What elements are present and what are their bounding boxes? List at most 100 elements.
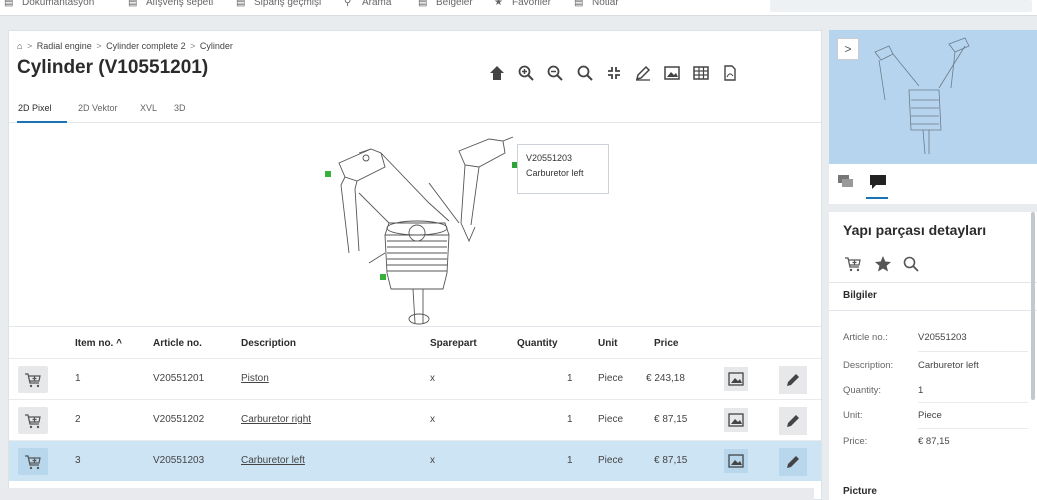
cell-description-link[interactable]: Carburetor right	[241, 414, 311, 425]
table-row-selected[interactable]: 3 V20551203 Carburetor left x 1 Piece € …	[9, 440, 821, 481]
breadcrumb: ⌂ > Radial engine > Cylinder complete 2 …	[17, 41, 233, 51]
field-label: Article no.:	[843, 332, 888, 343]
divider	[829, 310, 1037, 311]
field-label: Quantity:	[843, 385, 882, 396]
table-icon[interactable]	[689, 61, 713, 85]
add-to-cart-button[interactable]	[18, 407, 48, 434]
cell-price: € 87,15	[654, 414, 688, 425]
add-to-cart-button[interactable]	[18, 366, 48, 393]
global-search-input[interactable]	[770, 0, 1032, 12]
cell-price: € 243,18	[646, 373, 685, 384]
tab-xvl[interactable]: XVL	[140, 103, 157, 113]
cart-add-icon	[25, 372, 41, 387]
cart-add-icon	[25, 413, 41, 428]
cell-item-no: 1	[75, 373, 81, 384]
image-icon[interactable]	[660, 61, 684, 85]
cell-price: € 87,15	[654, 455, 688, 466]
cart-add-icon[interactable]	[843, 254, 863, 274]
collapse-panel-button[interactable]: >	[837, 38, 859, 60]
search-icon[interactable]	[573, 61, 597, 85]
comments-icon[interactable]	[837, 174, 855, 190]
image-icon	[728, 372, 744, 386]
cell-unit: Piece	[598, 414, 624, 425]
zoom-in-icon[interactable]	[514, 61, 538, 85]
exploded-view-drawing[interactable]	[9, 123, 821, 326]
add-to-cart-button[interactable]	[18, 448, 48, 475]
field-value: V20551203	[918, 332, 967, 343]
nav-item-documentation[interactable]: ▤ Dokümantasyon	[4, 0, 94, 8]
cell-article-no: V20551203	[153, 455, 205, 466]
part-preview-thumbnail[interactable]: >	[829, 30, 1037, 164]
zoom-out-icon[interactable]	[543, 61, 567, 85]
edit-button[interactable]	[779, 448, 807, 476]
field-value: € 87,15	[918, 436, 950, 447]
column-header-item-no[interactable]: Item no. ^	[75, 338, 122, 349]
tooltip-article-no: V20551203	[526, 153, 573, 163]
divider	[918, 428, 1028, 429]
picture-section-label: Picture	[843, 486, 877, 497]
pencil-icon	[787, 415, 799, 427]
home-icon[interactable]: ⌂	[17, 41, 22, 51]
nav-item-documents[interactable]: ▤ Belgeler	[418, 0, 473, 8]
details-pane: > Yapı parçası detayları Bilgiler Articl…	[829, 30, 1037, 500]
show-image-button[interactable]	[724, 367, 748, 391]
cell-quantity: 1	[567, 414, 573, 425]
tab-2d-pixel[interactable]: 2D Pixel	[18, 103, 52, 113]
column-header-article-no[interactable]: Article no.	[153, 338, 202, 349]
nav-item-favorites[interactable]: ★ Favoriler	[494, 0, 551, 8]
breadcrumb-item[interactable]: Cylinder	[200, 41, 233, 51]
view-tabs: 2D Pixel 2D Vektor XVL 3D	[9, 97, 821, 123]
table-row[interactable]: 2 V20551202 Carburetor right x 1 Piece €…	[9, 399, 821, 440]
folder-icon: ▤	[418, 0, 428, 9]
tab-2d-vektor[interactable]: 2D Vektor	[78, 103, 118, 113]
column-header-quantity[interactable]: Quantity	[517, 338, 558, 349]
page-title: Cylinder (V10551201)	[17, 57, 209, 78]
note-icon: ▤	[574, 0, 584, 9]
nav-item-cart[interactable]: ▤ Alışveriş sepeti	[128, 0, 213, 8]
nav-item-notes[interactable]: ▤ Notlar	[574, 0, 619, 8]
column-header-description[interactable]: Description	[241, 338, 296, 349]
pencil-icon	[787, 374, 799, 386]
engine-part-illustration	[338, 136, 514, 325]
column-header-price[interactable]: Price	[654, 338, 678, 349]
divider	[918, 402, 1028, 403]
pencil-icon[interactable]	[631, 61, 655, 85]
fit-icon[interactable]	[602, 61, 626, 85]
show-image-button[interactable]	[724, 408, 748, 432]
table-row[interactable]: 1 V20551201 Piston x 1 Piece € 243,18	[9, 358, 821, 399]
cell-article-no: V20551201	[153, 373, 205, 384]
search-icon[interactable]	[901, 254, 921, 274]
pencil-icon	[787, 456, 799, 468]
column-header-unit[interactable]: Unit	[598, 338, 617, 349]
column-header-sparepart[interactable]: Sparepart	[430, 338, 477, 349]
cell-unit: Piece	[598, 455, 624, 466]
cell-item-no: 3	[75, 455, 81, 466]
search-icon: ⚲	[344, 0, 352, 9]
hotspot-piston[interactable]	[325, 171, 331, 177]
details-scrollbar[interactable]	[1031, 212, 1035, 400]
star-icon[interactable]	[873, 254, 893, 274]
edit-button[interactable]	[779, 366, 807, 394]
field-label: Price:	[843, 436, 868, 447]
hotspot-carburetor-right[interactable]	[380, 274, 386, 280]
home-icon[interactable]	[485, 61, 509, 85]
cell-sparepart: x	[430, 414, 435, 425]
details-icon[interactable]	[869, 174, 887, 190]
breadcrumb-item[interactable]: Cylinder complete 2	[106, 41, 186, 51]
active-detail-tab-indicator	[866, 197, 888, 199]
show-image-button[interactable]	[724, 449, 748, 473]
tab-3d[interactable]: 3D	[174, 103, 186, 113]
cell-sparepart: x	[430, 373, 435, 384]
nav-item-search[interactable]: ⚲ Arama	[344, 0, 391, 8]
breadcrumb-item[interactable]: Radial engine	[37, 41, 92, 51]
pdf-icon[interactable]	[718, 61, 742, 85]
tooltip-description: Carburetor left	[526, 168, 584, 178]
cell-quantity: 1	[567, 455, 573, 466]
cell-description-link[interactable]: Carburetor left	[241, 455, 305, 466]
edit-button[interactable]	[779, 407, 807, 435]
details-title: Yapı parçası detayları	[843, 222, 987, 238]
top-navigation: ▤ Dokümantasyon ▤ Alışveriş sepeti ▤ Sipari…	[0, 0, 1037, 16]
cell-description-link[interactable]: Piston	[241, 373, 269, 384]
field-value: Piece	[918, 410, 942, 421]
nav-item-order-history[interactable]: ▤ Sipariş geçmişi	[236, 0, 321, 8]
